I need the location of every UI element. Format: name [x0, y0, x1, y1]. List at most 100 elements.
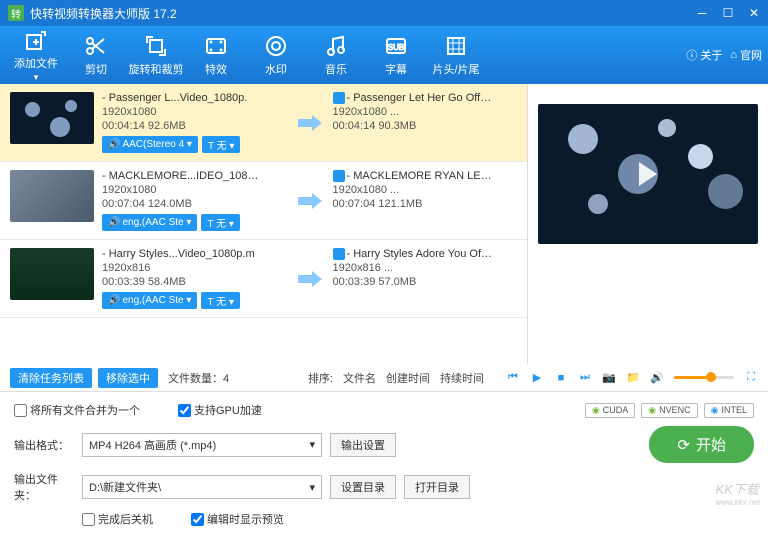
subtitle-badge[interactable]: T 无 ▾ — [202, 136, 241, 153]
video-thumbnail[interactable] — [10, 248, 94, 300]
source-resolution: 1920x816 — [102, 262, 287, 274]
set-dir-button[interactable]: 设置目录 — [330, 475, 396, 499]
source-title: - Harry Styles...Video_1080p.m — [102, 248, 262, 260]
dest-resolution: 1920x1080 ... — [333, 106, 518, 118]
dest-resolution: 1920x1080 ... — [333, 184, 518, 196]
add-file-icon — [23, 28, 49, 53]
source-title: - MACKLEMORE...IDEO_1080p.m — [102, 170, 262, 182]
source-resolution: 1920x1080 — [102, 106, 287, 118]
output-format-label: 输出格式： — [14, 437, 74, 453]
chevron-down-icon: ▾ — [309, 438, 315, 451]
open-folder-button[interactable]: 📁 — [626, 371, 640, 385]
gpu-checkbox[interactable]: 支持GPU加速 — [178, 402, 262, 418]
dest-duration: 00:03:39 57.0MB — [333, 276, 518, 288]
scissors-icon — [83, 33, 109, 59]
source-title: - Passenger L...Video_1080p. — [102, 92, 262, 104]
dest-title: - Harry Styles Adore You Official Vide — [333, 248, 493, 260]
video-thumbnail[interactable] — [10, 170, 94, 222]
toolbar-add-file[interactable]: 添加文件▼ — [6, 28, 66, 82]
merge-checkbox[interactable]: 将所有文件合并为一个 — [14, 402, 140, 418]
window-title: 快转视频转换器大师版 17.2 — [30, 5, 696, 22]
edit-preview-checkbox[interactable]: 编辑时显示预览 — [191, 511, 284, 527]
dest-title: - MACKLEMORE RYAN LEWIS CANT H — [333, 170, 493, 182]
audio-badge[interactable]: 🔊eng,(AAC Ste ▾ — [102, 214, 197, 231]
dest-title: - Passenger Let Her Go Official Video_ — [333, 92, 493, 104]
about-link[interactable]: ⓘ关于 — [686, 47, 722, 63]
speaker-icon: 🔊 — [108, 295, 120, 306]
subtitle-badge[interactable]: T 无 ▾ — [201, 214, 240, 231]
refresh-icon: ⟳ — [677, 436, 690, 454]
subtitle-badge[interactable]: T 无 ▾ — [201, 292, 240, 309]
list-item[interactable]: - Passenger L...Video_1080p. 1920x1080 0… — [0, 84, 527, 162]
toolbar-music[interactable]: 音乐 — [306, 28, 366, 82]
fullscreen-button[interactable]: ⛶ — [744, 371, 758, 385]
video-thumbnail[interactable] — [10, 92, 94, 144]
toolbar-intro-outro[interactable]: 片头/片尾 — [426, 28, 486, 82]
source-duration: 00:03:39 58.4MB — [102, 276, 287, 288]
source-duration: 00:07:04 124.0MB — [102, 198, 287, 210]
remove-selected-button[interactable]: 移除选中 — [98, 368, 158, 388]
effects-icon — [203, 33, 229, 59]
subtitle-icon: SUB — [383, 33, 409, 59]
toolbar-rotate-crop[interactable]: 旋转和裁剪 — [126, 28, 186, 82]
toolbar-effects[interactable]: 特效 — [186, 28, 246, 82]
music-icon — [323, 33, 349, 59]
chevron-down-icon: ▾ — [309, 481, 315, 494]
sort-label: 排序: — [308, 370, 333, 386]
speaker-icon: 🔊 — [108, 217, 120, 228]
svg-text:SUB: SUB — [388, 43, 404, 52]
close-button[interactable]: ✕ — [748, 7, 760, 19]
audio-badge[interactable]: 🔊AAC(Stereo 4 ▾ — [102, 136, 198, 153]
toolbar-subtitle[interactable]: SUB 字幕 — [366, 28, 426, 82]
website-link[interactable]: ⌂官网 — [730, 47, 762, 63]
maximize-button[interactable]: ☐ — [722, 7, 734, 19]
edit-icon[interactable] — [333, 248, 345, 260]
home-icon: ⌂ — [730, 49, 737, 61]
cuda-badge: ◉CUDA — [585, 403, 635, 418]
nvenc-badge: ◉NVENC — [641, 403, 697, 418]
preview-pane — [528, 84, 768, 364]
preview-video[interactable] — [538, 104, 758, 244]
toolbar-watermark[interactable]: 水印 — [246, 28, 306, 82]
speaker-icon: 🔊 — [108, 139, 120, 150]
edit-icon[interactable] — [333, 170, 345, 182]
arrow-icon — [295, 92, 325, 153]
shutdown-checkbox[interactable]: 完成后关机 — [82, 511, 153, 527]
watermark-icon — [263, 33, 289, 59]
source-duration: 00:04:14 92.6MB — [102, 120, 287, 132]
toolbar-cut[interactable]: 剪切 — [66, 28, 126, 82]
list-item[interactable]: - MACKLEMORE...IDEO_1080p.m 1920x1080 00… — [0, 162, 527, 240]
dest-duration: 00:04:14 90.3MB — [333, 120, 518, 132]
play-button[interactable]: ▶ — [530, 371, 544, 385]
start-button[interactable]: ⟳开始 — [649, 426, 754, 463]
stop-button[interactable]: ■ — [554, 371, 568, 385]
output-folder-label: 输出文件夹： — [14, 471, 74, 503]
snapshot-button[interactable]: 📷 — [602, 371, 616, 385]
rotate-icon — [143, 33, 169, 59]
output-settings-button[interactable]: 输出设置 — [330, 433, 396, 457]
edit-icon[interactable] — [333, 92, 345, 104]
file-list: - Passenger L...Video_1080p. 1920x1080 0… — [0, 84, 528, 364]
next-button[interactable]: ⏭ — [578, 371, 592, 385]
open-dir-button[interactable]: 打开目录 — [404, 475, 470, 499]
volume-icon[interactable]: 🔊 — [650, 371, 664, 385]
sort-filename[interactable]: 文件名 — [343, 370, 376, 386]
sort-created[interactable]: 创建时间 — [386, 370, 430, 386]
volume-slider[interactable] — [674, 376, 734, 379]
file-count: 文件数量：4 — [168, 370, 229, 386]
play-icon[interactable] — [639, 162, 657, 186]
app-logo: 转 — [8, 5, 24, 21]
clear-list-button[interactable]: 清除任务列表 — [10, 368, 92, 388]
arrow-icon — [295, 248, 325, 309]
minimize-button[interactable]: ─ — [696, 7, 708, 19]
dest-resolution: 1920x816 ... — [333, 262, 518, 274]
main-toolbar: 添加文件▼ 剪切 旋转和裁剪 特效 水印 音乐 SUB 字幕 片头/片尾 ⓘ关于… — [0, 26, 768, 84]
output-folder-select[interactable]: D:\新建文件夹\▾ — [82, 475, 322, 499]
output-format-select[interactable]: MP4 H264 高画质 (*.mp4)▾ — [82, 433, 322, 457]
audio-badge[interactable]: 🔊eng,(AAC Ste ▾ — [102, 292, 197, 309]
sort-duration[interactable]: 持续时间 — [440, 370, 484, 386]
source-resolution: 1920x1080 — [102, 184, 287, 196]
arrow-icon — [295, 170, 325, 231]
prev-button[interactable]: ⏮ — [506, 371, 520, 385]
list-item[interactable]: - Harry Styles...Video_1080p.m 1920x816 … — [0, 240, 527, 318]
